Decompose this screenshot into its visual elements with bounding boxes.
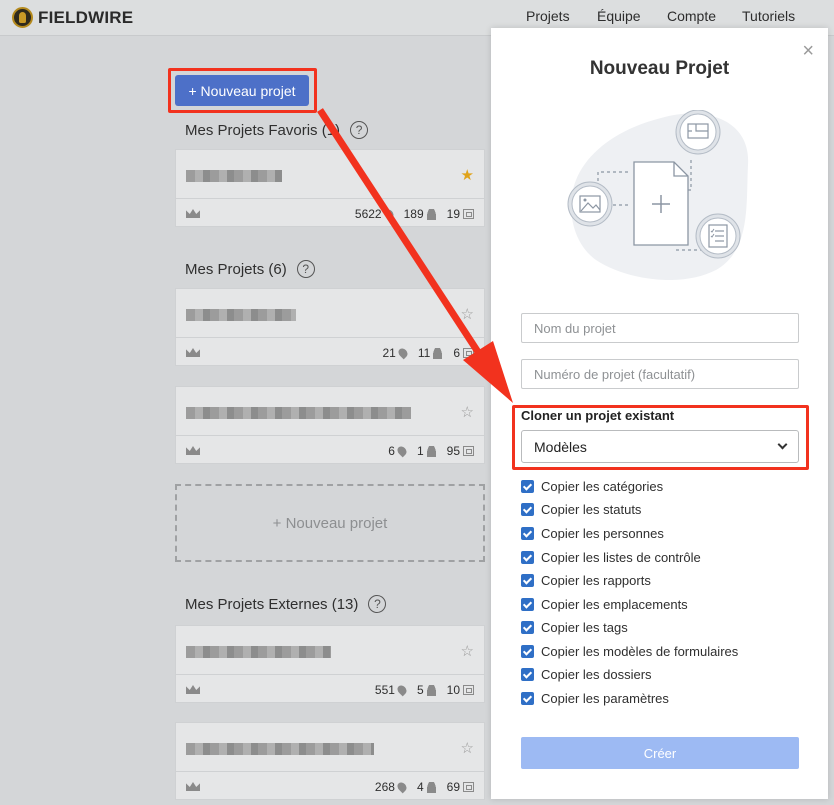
pin-icon — [382, 207, 395, 221]
checkbox-checked-icon[interactable] — [521, 574, 534, 587]
my-projects-title-text: Mes Projets (6) — [185, 260, 287, 278]
help-icon[interactable]: ? — [368, 595, 387, 613]
project-name-input[interactable] — [521, 313, 799, 343]
checkbox-checked-icon[interactable] — [521, 621, 534, 634]
task-count: 21 — [382, 346, 396, 360]
user-icon — [426, 684, 436, 696]
people-count: 11 — [417, 346, 431, 360]
external-section-title: Mes Projets Externes (13) ? — [185, 595, 387, 613]
star-outline-icon[interactable]: ☆ — [461, 305, 474, 323]
user-icon — [433, 347, 443, 359]
project-number-input[interactable] — [521, 359, 799, 389]
favorites-section-title: Mes Projets Favoris (1) ? — [185, 121, 369, 139]
crown-icon — [186, 209, 200, 218]
plan-count: 95 — [446, 444, 460, 458]
fieldwire-logo-icon — [12, 7, 33, 28]
star-filled-icon[interactable]: ★ — [461, 166, 474, 184]
project-stats: 551 5 10 — [375, 683, 474, 697]
task-count: 551 — [374, 683, 395, 697]
plan-icon — [463, 782, 474, 792]
copy-form-templates-checkbox[interactable]: Copier les modèles de formulaires — [521, 644, 738, 659]
crown-icon — [186, 782, 200, 791]
project-name-blurred — [186, 646, 331, 658]
crown-icon — [186, 685, 200, 694]
project-name-blurred — [186, 170, 282, 182]
create-button[interactable]: Créer — [521, 737, 799, 769]
app-name: FIELDWIRE — [38, 7, 134, 27]
copy-locations-checkbox[interactable]: Copier les emplacements — [521, 597, 688, 612]
copy-people-checkbox[interactable]: Copier les personnes — [521, 526, 664, 541]
copy-checklists-checkbox[interactable]: Copier les listes de contrôle — [521, 550, 701, 565]
favorites-title-text: Mes Projets Favoris (1) — [185, 121, 341, 139]
copy-folders-checkbox[interactable]: Copier les dossiers — [521, 667, 652, 682]
user-icon — [426, 208, 436, 220]
project-card[interactable]: ☆ 551 5 10 — [175, 625, 485, 703]
fieldwire-logo[interactable]: FIELDWIRE — [12, 7, 133, 28]
task-count: 268 — [374, 780, 395, 794]
project-stats: 268 4 69 — [375, 780, 474, 794]
project-card[interactable]: ☆ 6 1 95 — [175, 386, 485, 464]
project-card[interactable]: ☆ 268 4 69 — [175, 722, 485, 800]
task-count: 5622 — [354, 207, 382, 221]
project-name-blurred — [186, 407, 411, 419]
plan-icon — [463, 446, 474, 456]
crown-icon — [186, 446, 200, 455]
plan-icon — [463, 348, 474, 358]
user-icon — [426, 781, 436, 793]
nav-projets[interactable]: Projets — [526, 8, 570, 24]
project-card[interactable]: ☆ 21 11 6 — [175, 288, 485, 366]
checkbox-checked-icon[interactable] — [521, 645, 534, 658]
external-title-text: Mes Projets Externes (13) — [185, 595, 359, 613]
star-outline-icon[interactable]: ☆ — [461, 739, 474, 757]
pin-icon — [395, 780, 409, 794]
project-name-blurred — [186, 743, 374, 755]
highlight-clone-section — [512, 405, 809, 470]
copy-settings-checkbox[interactable]: Copier les paramètres — [521, 691, 669, 706]
star-outline-icon[interactable]: ☆ — [461, 642, 474, 660]
project-stats: 6 1 95 — [388, 444, 474, 458]
people-count: 1 — [416, 444, 424, 458]
checkbox-checked-icon[interactable] — [521, 480, 534, 493]
plan-icon — [463, 685, 474, 695]
pin-icon — [395, 683, 409, 697]
new-project-card[interactable]: + Nouveau projet — [175, 484, 485, 562]
my-projects-section-title: Mes Projets (6) ? — [185, 260, 315, 278]
nav-tutoriels[interactable]: Tutoriels — [742, 8, 795, 24]
copy-reports-checkbox[interactable]: Copier les rapports — [521, 573, 651, 588]
plan-icon — [463, 209, 474, 219]
help-icon[interactable]: ? — [350, 121, 369, 139]
checkbox-checked-icon[interactable] — [521, 503, 534, 516]
user-icon — [426, 445, 436, 457]
checkbox-checked-icon[interactable] — [521, 551, 534, 564]
plan-count: 69 — [446, 780, 460, 794]
modal-title: Nouveau Projet — [589, 58, 730, 79]
plan-count: 19 — [446, 207, 460, 221]
copy-tags-checkbox[interactable]: Copier les tags — [521, 620, 628, 635]
project-stats: 21 11 6 — [382, 346, 474, 360]
people-count: 4 — [416, 780, 424, 794]
new-project-illustration — [567, 110, 749, 280]
crown-icon — [186, 348, 200, 357]
task-count: 6 — [388, 444, 395, 458]
highlight-new-project-button — [168, 68, 317, 113]
pin-icon — [395, 444, 409, 458]
help-icon[interactable]: ? — [296, 260, 315, 278]
project-name-blurred — [186, 309, 296, 321]
copy-categories-checkbox[interactable]: Copier les catégories — [521, 479, 663, 494]
checkbox-checked-icon[interactable] — [521, 668, 534, 681]
copy-statuses-checkbox[interactable]: Copier les statuts — [521, 502, 641, 517]
checkbox-checked-icon[interactable] — [521, 692, 534, 705]
pin-icon — [396, 346, 410, 360]
nav-compte[interactable]: Compte — [667, 8, 716, 24]
people-count: 5 — [416, 683, 424, 697]
plan-count: 6 — [453, 346, 460, 360]
people-count: 189 — [403, 207, 424, 221]
checkbox-checked-icon[interactable] — [521, 527, 534, 540]
project-stats: 5622 189 19 — [355, 207, 474, 221]
star-outline-icon[interactable]: ☆ — [461, 403, 474, 421]
nav-equipe[interactable]: Équipe — [597, 8, 641, 24]
checkbox-checked-icon[interactable] — [521, 598, 534, 611]
plan-count: 10 — [446, 683, 460, 697]
project-card[interactable]: ★ 5622 189 19 — [175, 149, 485, 227]
